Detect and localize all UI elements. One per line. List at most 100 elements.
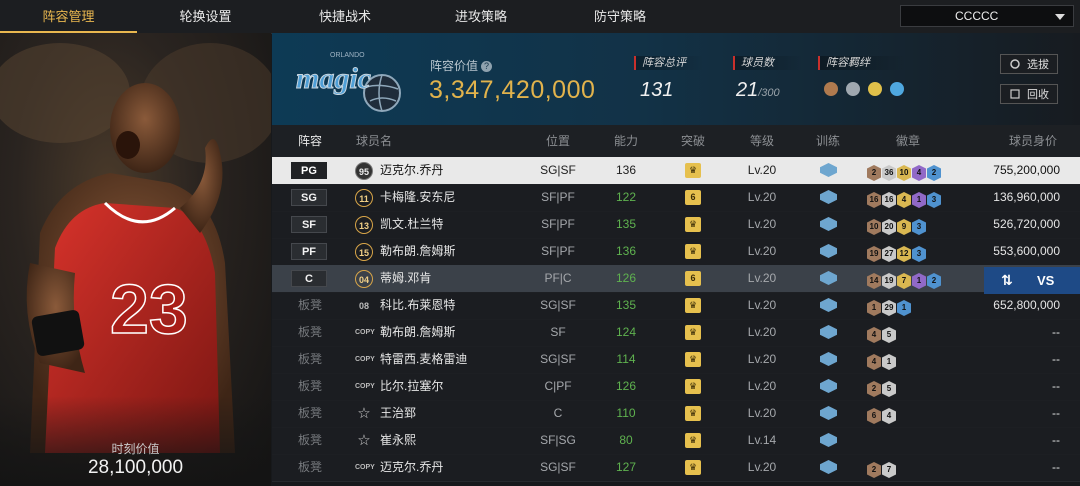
player-ability: 122 [615,190,637,204]
badge-list: 41 [867,351,897,370]
training-icon[interactable] [820,271,837,285]
training-icon[interactable] [820,352,837,366]
bench-label: 板凳 [297,352,322,366]
tab-quick-tactics[interactable]: 快捷战术 [274,0,416,33]
player-position: SG|SF [540,298,576,312]
table-row[interactable]: SG 11 卡梅隆.安东尼 SF|PF 122 6 Lv.20 16 16 4 1 3 136,960,… [272,184,1080,212]
vs-label: VS [1037,273,1055,288]
player-level: Lv.20 [747,325,777,339]
compare-button[interactable]: ⇅ VS [984,267,1080,294]
badge-icon: 2 [867,462,881,478]
training-icon[interactable] [820,298,837,312]
badge-icon: 27 [882,246,896,262]
breakthrough-icon: ♛ [685,460,701,475]
player-ability: 110 [616,406,636,420]
slot-tag: SG [291,189,327,206]
training-icon[interactable] [820,163,837,177]
player-ability: 136 [615,163,637,177]
moment-value-label: 时刻价值 [111,442,160,456]
tab-lineup[interactable]: 阵容管理 [0,0,137,33]
table-row[interactable]: 板凳 ☆ 王治郅 C 110 ♛ Lv.20 6 4 -- [272,400,1080,428]
badge-icon: 16 [867,192,881,208]
player-number-badge: COPY [355,356,375,363]
table-row[interactable]: 板凳 08 科比.布莱恩特 SG|SF 135 ♛ Lv.20 1 29 1 652,800,000 [272,292,1080,320]
table-row[interactable]: 板凳 COPY 比尔.拉塞尔 C|PF 126 ♛ Lv.20 2 5 -- [272,373,1080,401]
col-slot: 阵容 [297,134,322,148]
player-level: Lv.20 [747,163,777,177]
player-name: 崔永熙 [380,433,417,447]
featured-player-card[interactable]: 23 时刻价值 28,100,000 [0,33,271,486]
player-name: 科比.布莱恩特 [380,298,456,312]
badge-list: 45 [867,324,897,343]
player-salary: -- [1052,460,1060,474]
slot-tag: SF [291,216,327,233]
badge-icon: 2 [867,381,881,397]
help-icon[interactable]: ? [481,61,493,72]
badge-icon: 4 [882,408,896,424]
recycle-button[interactable]: 回收 [1000,84,1058,104]
badge-icon: 1 [882,354,896,370]
logo-wordmark: magic [296,62,371,95]
table-row[interactable]: 板凳 COPY 迈克尔.乔丹 SG|SF 127 ♛ Lv.20 2 7 -- [272,454,1080,482]
player-position: SF|PF [541,190,575,204]
bond-gold-icon[interactable] [868,82,882,96]
player-level: Lv.20 [747,298,777,312]
badge-icon: 19 [867,246,881,262]
tab-defense[interactable]: 防守策略 [546,0,694,33]
tab-rotation[interactable]: 轮换设置 [137,0,274,33]
training-icon[interactable] [820,460,837,474]
badge-icon: 9 [897,219,911,235]
breakthrough-icon: ♛ [685,325,701,340]
player-name: 卡梅隆.安东尼 [380,190,456,204]
player-level: Lv.20 [747,244,777,258]
player-level: Lv.20 [747,406,777,420]
player-level: Lv.14 [747,433,777,447]
team-dropdown[interactable]: CCCCC [900,5,1074,27]
player-number-badge: 04 [355,270,373,288]
table-row[interactable]: 板凳 COPY 特雷西.麦格雷迪 SG|SF 114 ♛ Lv.20 4 1 -- [272,346,1080,374]
player-level: Lv.20 [747,271,777,285]
training-icon[interactable] [820,406,837,420]
player-position: SF|PF [541,244,575,258]
badge-icon: 1 [867,300,881,316]
player-number-badge: COPY [355,464,375,471]
table-row[interactable]: PG 95 迈克尔.乔丹 SG|SF 136 ♛ Lv.20 2 36 10 4 2 755,200,0… [272,157,1080,185]
table-row[interactable]: 板凳 COPY 勒布朗.詹姆斯 SF 124 ♛ Lv.20 4 5 -- [272,319,1080,347]
bond-silver-icon[interactable] [846,82,860,96]
badge-list: 19 27 12 3 [867,243,927,262]
badge-icon: 36 [882,165,896,181]
player-level: Lv.20 [747,460,777,474]
moment-value: 28,100,000 [87,457,184,478]
training-icon[interactable] [820,190,837,204]
training-icon[interactable] [820,244,837,258]
badge-list: 25 [867,378,897,397]
col-badges: 徽章 [895,134,920,148]
col-level: 等级 [749,134,774,148]
player-number-badge: 95 [355,162,373,180]
breakthrough-icon: ♛ [685,433,701,448]
bond-bronze-icon[interactable] [824,82,838,96]
breakthrough-icon: ♛ [685,379,701,394]
training-icon[interactable] [820,325,837,339]
training-icon[interactable] [820,217,837,231]
table-row[interactable]: SF 13 凯文.杜兰特 SF|PF 135 ♛ Lv.20 10 20 9 3 526,720,00… [272,211,1080,239]
table-row[interactable]: 板凳 ☆ 崔永熙 SF|SG 80 ♛ Lv.14 -- [272,427,1080,455]
select-button[interactable]: 选拔 [1000,54,1058,74]
tab-offense[interactable]: 进攻策略 [416,0,546,33]
player-name: 王治郅 [380,406,417,420]
player-salary: -- [1052,325,1060,339]
player-ability: 136 [615,244,637,258]
svg-text:23: 23 [110,270,188,348]
player-name: 凯文.杜兰特 [380,217,444,231]
breakthrough-icon: ♛ [685,244,701,259]
badge-icon: 16 [882,192,896,208]
training-icon[interactable] [820,379,837,393]
badge-icon: 3 [912,246,926,262]
bond-blue-icon[interactable] [890,82,904,96]
table-row[interactable]: PF 15 勒布朗.詹姆斯 SF|PF 136 ♛ Lv.20 19 27 12 3 553,600,… [272,238,1080,266]
badge-icon: 7 [882,462,896,478]
training-icon[interactable] [820,433,837,447]
badge-icon: 19 [882,273,896,289]
player-salary: 755,200,000 [993,163,1060,177]
table-row[interactable]: C 04 蒂姆.邓肯 PF|C 126 6 Lv.20 14 19 7 1 2 [272,265,1080,293]
